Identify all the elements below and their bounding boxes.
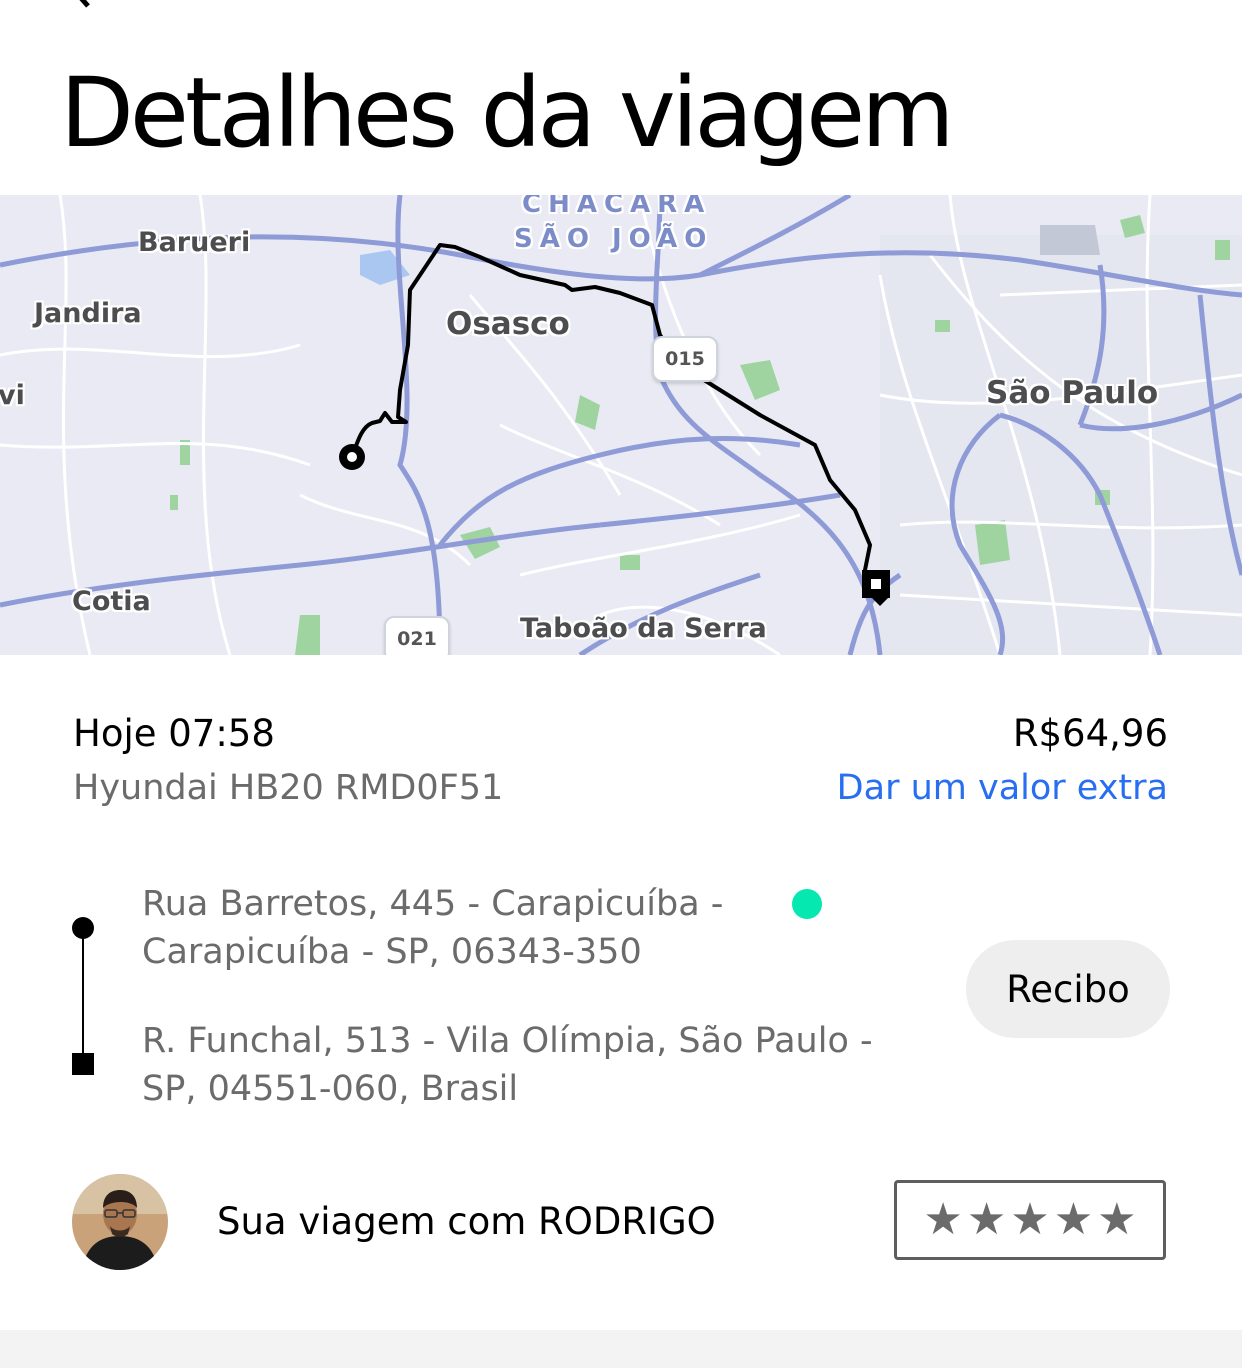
pickup-address: Rua Barretos, 445 - Carapicuíba - Carapi… <box>142 884 724 972</box>
trip-map[interactable]: Barueri Jandira vi Osasco São Paulo Coti… <box>0 195 1242 655</box>
route-connector-line <box>82 930 84 1058</box>
driver-avatar[interactable] <box>72 1174 168 1270</box>
driver-trip-text: Sua viagem com RODRIGO <box>217 1200 716 1243</box>
map-label-chacara: CHÁCARA <box>522 195 712 219</box>
trip-time: Hoje 07:58 <box>73 712 275 755</box>
dropoff-address: R. Funchal, 513 - Vila Olímpia, São Paul… <box>142 1021 873 1109</box>
map-label-left-edge: vi <box>0 380 25 411</box>
route-shield-015: 015 <box>652 336 718 382</box>
star-4-icon[interactable]: ★ <box>1054 1198 1093 1242</box>
add-tip-link[interactable]: Dar um valor extra <box>837 768 1168 808</box>
driver-photo-icon <box>72 1174 168 1270</box>
page-title: Detalhes da viagem <box>60 57 955 169</box>
map-canvas <box>0 195 1242 655</box>
map-label-barueri: Barueri <box>138 227 251 258</box>
rating-stars[interactable]: ★ ★ ★ ★ ★ <box>894 1180 1166 1260</box>
star-1-icon[interactable]: ★ <box>923 1198 962 1242</box>
vehicle-info: Hyundai HB20 RMD0F51 <box>73 768 504 808</box>
route-shield-021: 021 <box>384 616 450 655</box>
star-2-icon[interactable]: ★ <box>967 1198 1006 1242</box>
status-dot-icon <box>792 889 822 919</box>
map-label-sao-paulo: São Paulo <box>986 375 1159 411</box>
section-divider <box>0 1330 1242 1368</box>
map-label-osasco: Osasco <box>446 306 570 342</box>
map-label-sao-joao: SÃO JOÃO <box>514 224 714 254</box>
back-arrow-icon[interactable] <box>62 0 102 10</box>
map-label-taboao: Taboão da Serra <box>520 613 767 644</box>
map-label-jandira: Jandira <box>34 298 142 329</box>
trip-price: R$64,96 <box>1012 712 1168 755</box>
dropoff-square-icon <box>72 1053 94 1075</box>
receipt-button[interactable]: Recibo <box>966 940 1170 1038</box>
star-5-icon[interactable]: ★ <box>1097 1198 1136 1242</box>
map-label-cotia: Cotia <box>72 586 151 617</box>
star-3-icon[interactable]: ★ <box>1010 1198 1049 1242</box>
